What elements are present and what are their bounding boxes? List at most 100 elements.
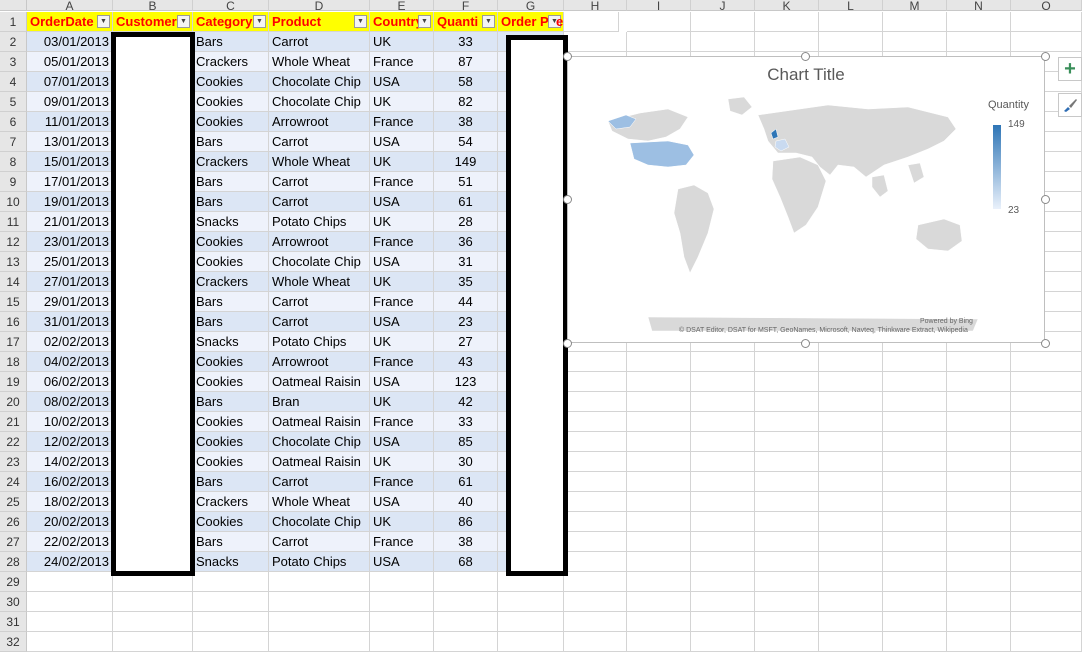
product-cell[interactable]: Carrot: [269, 472, 370, 492]
empty-cell[interactable]: [883, 632, 947, 652]
orderdate-cell[interactable]: 17/01/2013: [27, 172, 113, 192]
empty-cell[interactable]: [947, 612, 1011, 632]
product-cell[interactable]: Chocolate Chip: [269, 432, 370, 452]
empty-cell[interactable]: [1011, 472, 1082, 492]
quantity-cell[interactable]: 44: [434, 292, 498, 312]
header-product[interactable]: Product ▼: [269, 12, 370, 32]
empty-cell[interactable]: [1011, 492, 1082, 512]
category-cell[interactable]: Cookies: [193, 72, 269, 92]
empty-cell[interactable]: [627, 452, 691, 472]
empty-cell[interactable]: [947, 32, 1011, 52]
empty-cell[interactable]: [755, 412, 819, 432]
empty-cell[interactable]: [755, 592, 819, 612]
empty-cell[interactable]: [755, 632, 819, 652]
empty-cell[interactable]: [564, 432, 627, 452]
empty-cell[interactable]: [1011, 612, 1082, 632]
empty-cell[interactable]: [627, 32, 691, 52]
empty-cell[interactable]: [627, 492, 691, 512]
empty-cell[interactable]: [691, 592, 755, 612]
category-cell[interactable]: Cookies: [193, 372, 269, 392]
empty-cell[interactable]: [691, 552, 755, 572]
empty-cell[interactable]: [755, 352, 819, 372]
empty-cell[interactable]: [27, 632, 113, 652]
chart-resize-handle[interactable]: [801, 52, 810, 61]
product-cell[interactable]: Chocolate Chip: [269, 72, 370, 92]
row-header[interactable]: 30: [0, 592, 27, 612]
empty-cell[interactable]: [883, 472, 947, 492]
empty-cell[interactable]: [883, 352, 947, 372]
row-header[interactable]: 16: [0, 312, 27, 332]
empty-cell[interactable]: [564, 532, 627, 552]
category-cell[interactable]: Crackers: [193, 492, 269, 512]
empty-cell[interactable]: [947, 632, 1011, 652]
empty-cell[interactable]: [755, 452, 819, 472]
category-cell[interactable]: Cookies: [193, 112, 269, 132]
empty-cell[interactable]: [1011, 372, 1082, 392]
country-cell[interactable]: France: [370, 352, 434, 372]
filter-dropdown-icon[interactable]: ▼: [482, 15, 495, 28]
column-header-o[interactable]: O: [1011, 0, 1082, 11]
select-all-corner[interactable]: [0, 0, 27, 11]
product-cell[interactable]: Chocolate Chip: [269, 252, 370, 272]
quantity-cell[interactable]: 38: [434, 532, 498, 552]
product-cell[interactable]: Arrowroot: [269, 352, 370, 372]
empty-cell[interactable]: [755, 392, 819, 412]
empty-cell[interactable]: [627, 512, 691, 532]
empty-cell[interactable]: [564, 492, 627, 512]
empty-cell[interactable]: [755, 432, 819, 452]
empty-cell[interactable]: [434, 592, 498, 612]
column-header-e[interactable]: E: [370, 0, 434, 11]
empty-cell[interactable]: [819, 492, 883, 512]
product-cell[interactable]: Whole Wheat: [269, 272, 370, 292]
orderdate-cell[interactable]: 13/01/2013: [27, 132, 113, 152]
orderdate-cell[interactable]: 08/02/2013: [27, 392, 113, 412]
empty-cell[interactable]: [755, 572, 819, 592]
column-header-j[interactable]: J: [691, 0, 755, 11]
empty-cell[interactable]: [1011, 552, 1082, 572]
empty-cell[interactable]: [819, 372, 883, 392]
column-header-g[interactable]: G: [498, 0, 564, 11]
empty-cell[interactable]: [27, 572, 113, 592]
category-cell[interactable]: Cookies: [193, 92, 269, 112]
empty-cell[interactable]: [1011, 432, 1082, 452]
category-cell[interactable]: Snacks: [193, 332, 269, 352]
chart-styles-brush-icon[interactable]: [1058, 93, 1082, 117]
empty-cell[interactable]: [755, 612, 819, 632]
empty-cell[interactable]: [819, 452, 883, 472]
empty-cell[interactable]: [819, 632, 883, 652]
empty-cell[interactable]: [1011, 12, 1082, 32]
orderdate-cell[interactable]: 31/01/2013: [27, 312, 113, 332]
country-cell[interactable]: France: [370, 172, 434, 192]
empty-cell[interactable]: [691, 432, 755, 452]
quantity-cell[interactable]: 149: [434, 152, 498, 172]
empty-cell[interactable]: [755, 512, 819, 532]
empty-cell[interactable]: [627, 632, 691, 652]
row-header[interactable]: 32: [0, 632, 27, 652]
row-header[interactable]: 28: [0, 552, 27, 572]
quantity-cell[interactable]: 61: [434, 472, 498, 492]
country-cell[interactable]: USA: [370, 552, 434, 572]
row-header[interactable]: 24: [0, 472, 27, 492]
product-cell[interactable]: Whole Wheat: [269, 492, 370, 512]
country-cell[interactable]: UK: [370, 512, 434, 532]
empty-cell[interactable]: [1011, 392, 1082, 412]
empty-cell[interactable]: [564, 632, 627, 652]
empty-cell[interactable]: [564, 472, 627, 492]
quantity-cell[interactable]: 87: [434, 52, 498, 72]
empty-cell[interactable]: [755, 472, 819, 492]
country-cell[interactable]: France: [370, 232, 434, 252]
empty-cell[interactable]: [1011, 632, 1082, 652]
chart-resize-handle[interactable]: [801, 339, 810, 348]
row-header[interactable]: 25: [0, 492, 27, 512]
empty-cell[interactable]: [27, 612, 113, 632]
empty-cell[interactable]: [564, 512, 627, 532]
empty-cell[interactable]: [193, 612, 269, 632]
empty-cell[interactable]: [755, 552, 819, 572]
quantity-cell[interactable]: 42: [434, 392, 498, 412]
empty-cell[interactable]: [564, 572, 627, 592]
country-cell[interactable]: USA: [370, 72, 434, 92]
empty-cell[interactable]: [883, 372, 947, 392]
orderdate-cell[interactable]: 09/01/2013: [27, 92, 113, 112]
country-cell[interactable]: France: [370, 532, 434, 552]
header-quantity[interactable]: Quanti ▼: [434, 12, 498, 32]
